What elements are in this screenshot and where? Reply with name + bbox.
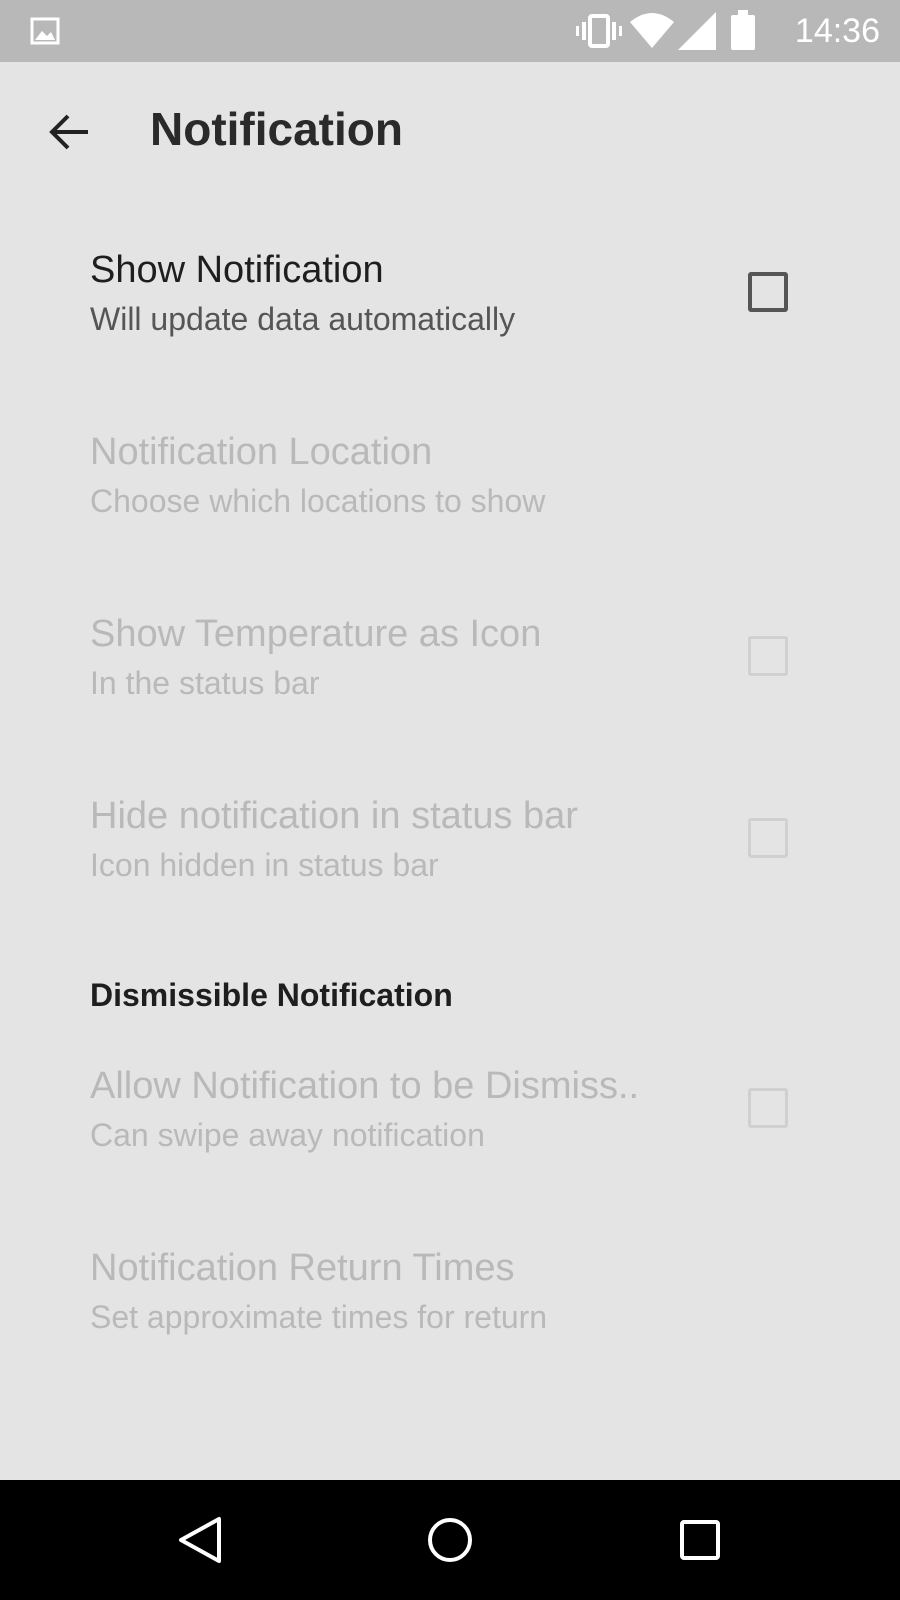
nav-back-icon bbox=[179, 1517, 221, 1563]
nav-recents-icon bbox=[680, 1520, 720, 1560]
show-notification-checkbox[interactable] bbox=[748, 272, 788, 312]
show-temperature-checkbox[interactable] bbox=[748, 636, 788, 676]
setting-notification-location[interactable]: Notification Location Choose which locat… bbox=[0, 430, 900, 590]
setting-show-notification[interactable]: Show Notification Will update data autom… bbox=[0, 248, 900, 408]
arrow-back-icon bbox=[49, 114, 88, 150]
gallery-icon bbox=[30, 17, 60, 45]
setting-show-temperature-icon[interactable]: Show Temperature as Icon In the status b… bbox=[0, 612, 900, 772]
setting-title: Allow Notification to be Dismiss.. bbox=[90, 1065, 640, 1107]
vibrate-icon bbox=[576, 14, 622, 48]
battery-icon bbox=[731, 10, 755, 50]
setting-title: Show Temperature as Icon bbox=[90, 613, 542, 655]
allow-dismiss-checkbox[interactable] bbox=[748, 1088, 788, 1128]
status-bar: 14:36 bbox=[0, 0, 900, 62]
setting-summary: Can swipe away notification bbox=[90, 1117, 485, 1153]
wifi-icon bbox=[630, 13, 674, 48]
setting-title: Notification Location bbox=[90, 431, 433, 473]
nav-back-button[interactable] bbox=[170, 1510, 230, 1570]
navigation-bar bbox=[0, 1480, 900, 1600]
setting-summary: In the status bar bbox=[90, 665, 320, 701]
hide-notification-checkbox[interactable] bbox=[748, 818, 788, 858]
setting-notification-return-times[interactable]: Notification Return Times Set approximat… bbox=[0, 1246, 900, 1406]
setting-title: Notification Return Times bbox=[90, 1247, 515, 1289]
setting-allow-dismiss[interactable]: Allow Notification to be Dismiss.. Can s… bbox=[0, 1064, 900, 1224]
setting-title: Show Notification bbox=[90, 249, 384, 291]
setting-summary: Icon hidden in status bar bbox=[90, 847, 439, 883]
signal-icon bbox=[678, 12, 716, 50]
setting-summary: Will update data automatically bbox=[90, 301, 516, 337]
setting-title: Hide notification in status bar bbox=[90, 795, 578, 837]
nav-home-button[interactable] bbox=[420, 1510, 480, 1570]
nav-recents-button[interactable] bbox=[670, 1510, 730, 1570]
status-clock: 14:36 bbox=[794, 12, 880, 50]
setting-hide-notification[interactable]: Hide notification in status bar Icon hid… bbox=[0, 794, 900, 954]
nav-home-icon bbox=[428, 1518, 472, 1562]
setting-summary: Set approximate times for return bbox=[90, 1299, 548, 1335]
screen: 14:36 Notification Show Notification Wil… bbox=[0, 0, 900, 1600]
section-header-dismissible: Dismissible Notification bbox=[90, 977, 453, 1013]
page-title: Notification bbox=[150, 103, 403, 155]
app-bar: Notification bbox=[0, 62, 900, 202]
back-button[interactable] bbox=[42, 104, 98, 160]
setting-summary: Choose which locations to show bbox=[90, 483, 546, 519]
